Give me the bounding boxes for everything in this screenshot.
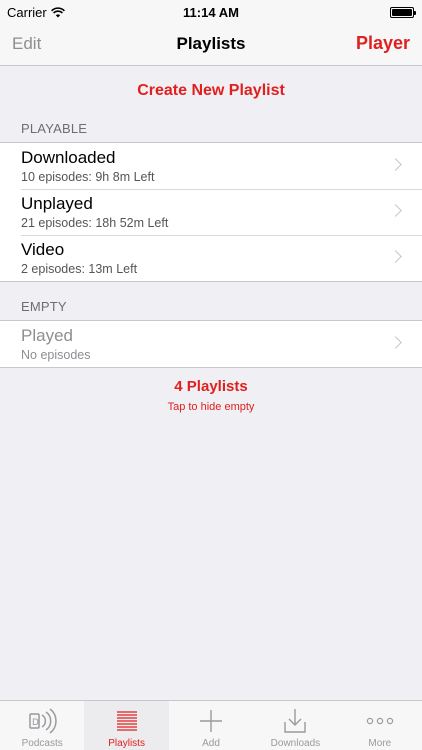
playlist-subtitle: 10 episodes: 9h 8m Left — [21, 170, 155, 184]
section-header-playable: PLAYABLE — [21, 121, 88, 136]
chevron-right-icon — [389, 158, 402, 171]
tab-playlists[interactable]: Playlists — [84, 701, 169, 750]
playlist-title: Video — [21, 240, 65, 259]
status-bar: Carrier 11:14 AM — [0, 0, 422, 24]
hide-empty-hint[interactable]: Tap to hide empty — [0, 401, 422, 413]
svg-text:D: D — [32, 718, 39, 728]
battery-icon — [390, 6, 416, 18]
navigation-bar: Edit Playlists Player — [0, 24, 422, 66]
section-header-empty: EMPTY — [21, 299, 67, 314]
downloads-icon — [284, 709, 307, 733]
tab-downloads[interactable]: Downloads — [253, 701, 337, 750]
tab-podcasts[interactable]: D Podcasts — [0, 701, 84, 750]
empty-playlist-group: Played No episodes — [0, 320, 422, 368]
more-icon — [366, 717, 394, 725]
tab-more[interactable]: More — [338, 701, 422, 750]
tab-label: Add — [202, 738, 220, 749]
tab-label: More — [368, 738, 392, 749]
chevron-right-icon — [389, 336, 402, 349]
tab-label: Playlists — [108, 738, 145, 749]
player-button[interactable]: Player — [356, 33, 410, 54]
playlist-row-video[interactable]: Video 2 episodes: 13m Left — [0, 235, 422, 281]
chevron-right-icon — [389, 204, 402, 217]
playlists-icon — [116, 711, 137, 731]
tab-add[interactable]: Add — [169, 701, 253, 750]
playlist-count-label[interactable]: 4 Playlists — [0, 378, 422, 395]
playlist-row-played[interactable]: Played No episodes — [0, 321, 422, 367]
tab-label: Downloads — [270, 738, 321, 749]
playlist-row-downloaded[interactable]: Downloaded 10 episodes: 9h 8m Left — [0, 143, 422, 189]
playlist-subtitle: 21 episodes: 18h 52m Left — [21, 216, 169, 230]
status-time: 11:14 AM — [183, 4, 239, 20]
tab-bar: D Podcasts Playlists Add Downloads More — [0, 700, 422, 750]
playlist-title: Played — [21, 326, 73, 345]
chevron-right-icon — [389, 250, 402, 263]
create-new-playlist-button[interactable]: Create New Playlist — [0, 82, 422, 100]
playlist-title: Unplayed — [21, 194, 93, 213]
playlist-subtitle: No episodes — [21, 348, 91, 362]
playable-playlist-group: Downloaded 10 episodes: 9h 8m Left Unpla… — [0, 142, 422, 282]
tab-label: Podcasts — [21, 738, 63, 749]
podcasts-icon: D — [29, 708, 57, 734]
playlist-subtitle: 2 episodes: 13m Left — [21, 262, 138, 276]
playlist-title: Downloaded — [21, 148, 116, 167]
playlist-row-unplayed[interactable]: Unplayed 21 episodes: 18h 52m Left — [0, 189, 422, 235]
add-icon — [200, 710, 223, 732]
